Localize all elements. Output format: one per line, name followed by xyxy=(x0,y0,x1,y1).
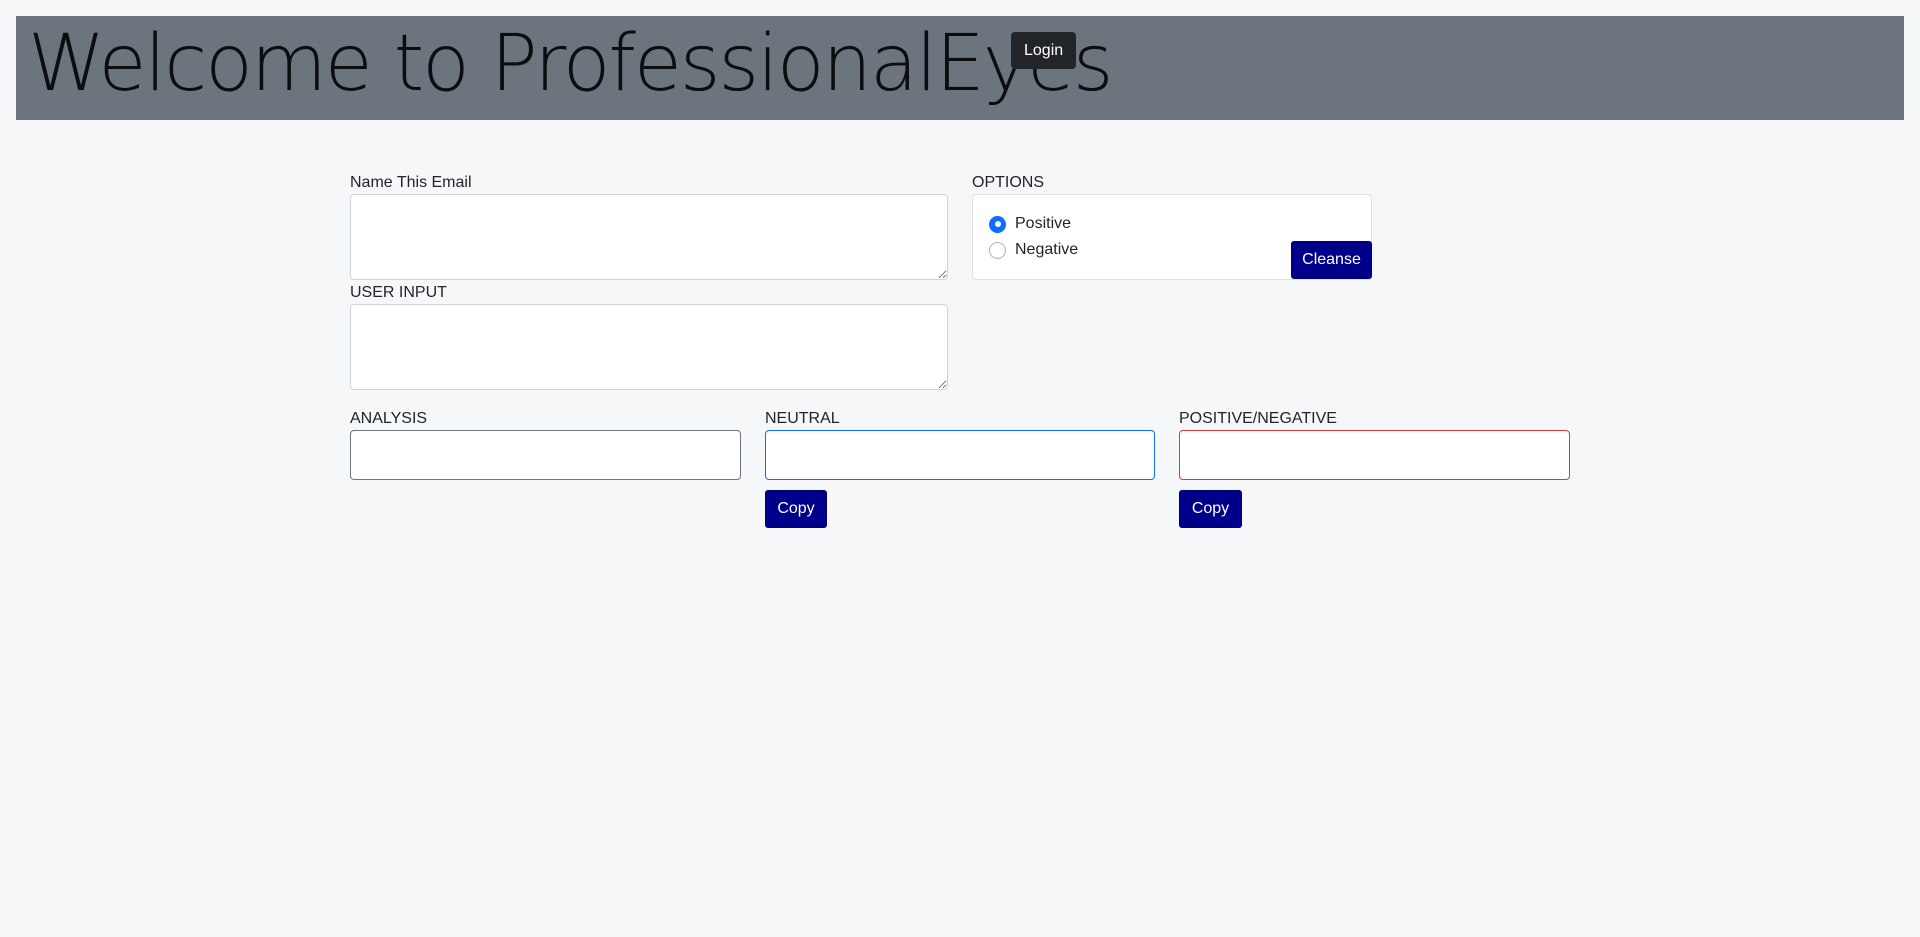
radio-positive-indicator[interactable] xyxy=(989,215,1006,233)
copy-neutral-button[interactable]: Copy xyxy=(765,490,827,528)
user-input-label: USER INPUT xyxy=(350,284,447,301)
neutral-field[interactable] xyxy=(765,430,1155,480)
posneg-label: POSITIVE/NEGATIVE xyxy=(1179,410,1337,427)
user-input-field[interactable] xyxy=(350,304,948,390)
name-email-label: Name This Email xyxy=(350,174,472,191)
login-button[interactable]: Login xyxy=(1011,32,1077,69)
radio-positive[interactable]: Positive xyxy=(989,214,1071,234)
page-title: Welcome to ProfessionalEyes xyxy=(28,19,1114,109)
radio-positive-label: Positive xyxy=(1015,215,1072,232)
header-banner: Welcome to ProfessionalEyes Login xyxy=(16,16,1904,120)
name-email-field[interactable] xyxy=(350,194,948,280)
analysis-field[interactable] xyxy=(350,430,741,480)
posneg-field[interactable] xyxy=(1179,430,1570,480)
radio-negative[interactable]: Negative xyxy=(989,240,1078,260)
options-label: OPTIONS xyxy=(972,174,1045,191)
cleanse-button[interactable]: Cleanse xyxy=(1291,241,1372,279)
radio-negative-indicator[interactable] xyxy=(989,241,1006,259)
neutral-label: NEUTRAL xyxy=(765,410,840,427)
radio-negative-label: Negative xyxy=(1015,241,1079,258)
analysis-label: ANALYSIS xyxy=(350,410,428,427)
copy-posneg-button[interactable]: Copy xyxy=(1179,490,1242,528)
